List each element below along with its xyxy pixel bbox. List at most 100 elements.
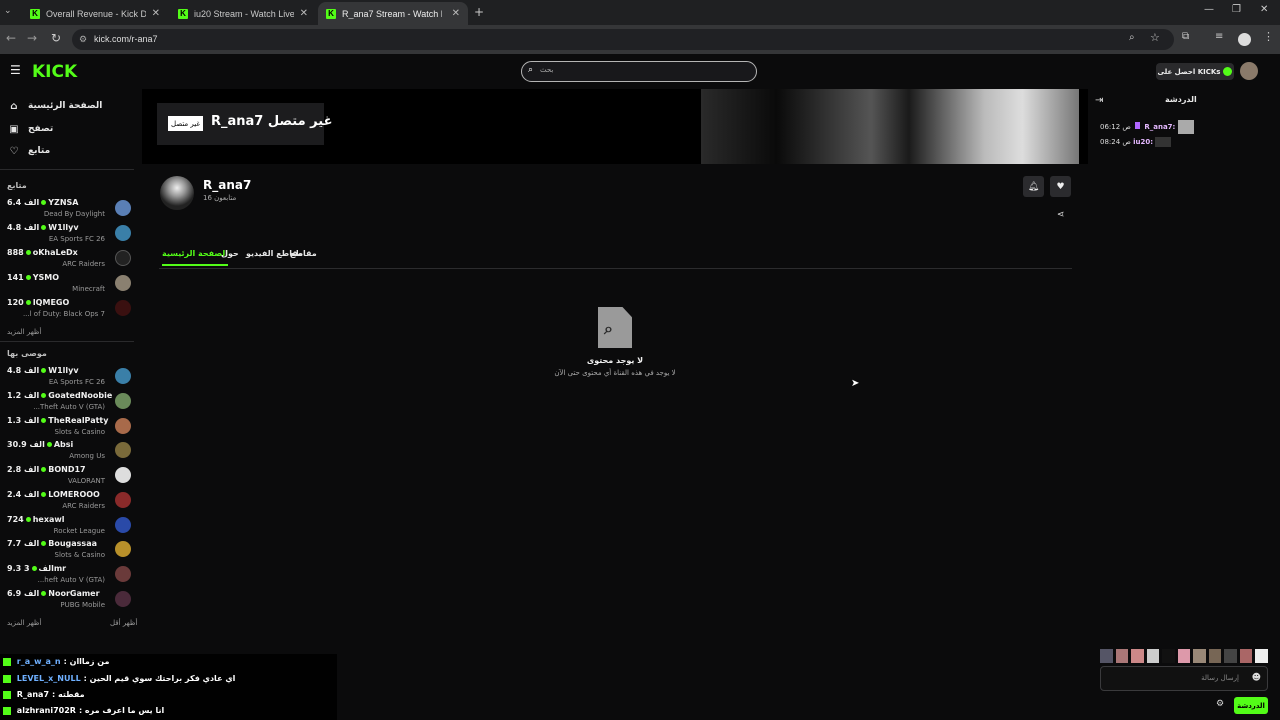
close-window-icon[interactable]: ✕ [1260,4,1268,15]
sidebar-channel[interactable]: 141 YSMO Minecraft [7,273,133,297]
close-icon[interactable]: ✕ [452,8,460,19]
chatter-avatar[interactable] [1208,649,1222,663]
chatter-avatar[interactable] [1146,649,1160,663]
maximize-icon[interactable]: ❐ [1232,4,1241,15]
chat-message-input[interactable]: إرسال رسالة ☻ [1100,666,1268,691]
chatter-avatar[interactable] [1115,649,1129,663]
banner-image [701,89,1079,164]
sidebar-channel[interactable]: 888 oKhaLeDx ARC Raiders [7,248,133,272]
browser-tab-2[interactable]: K iu20 Stream - Watch Live on Kick ✕ [170,2,316,25]
reload-icon[interactable]: ↻ [48,31,64,45]
tab-clips[interactable]: مقاطع [290,249,317,258]
browse-icon: ▣ [9,123,19,135]
message-user[interactable]: R_ana7: [1144,123,1175,131]
forward-arrow-icon[interactable]: → [24,31,40,45]
chatter-avatar[interactable] [1162,649,1175,663]
kick-badge-icon [3,690,11,699]
channel-category: ARC Raiders [62,502,105,510]
sidebar-channel[interactable]: 724 hexawl Rocket League [7,515,133,539]
sidebar-channel[interactable]: 1.3 الف TheRealPatty Slots & Casino [7,416,133,440]
chatter-avatar[interactable] [1131,649,1144,663]
channel-avatar[interactable] [160,176,194,210]
channel-avatar [115,275,131,291]
overlay-user: r_a_w_a_n [16,657,61,666]
url-field[interactable]: ⚙ kick.com/r-ana7 [72,29,1174,50]
chatter-avatar[interactable] [1100,649,1113,663]
sidebar-channel[interactable]: 9.3 الف3mr ...heft Auto V (GTA) [7,564,133,588]
chat-settings-gear-icon[interactable]: ⚙ [1216,699,1224,709]
follow-heart-button[interactable]: ♥ [1050,176,1071,197]
viewer-count: 6.9 الف [7,589,40,598]
channel-avatar [115,492,131,508]
chatter-avatar[interactable] [1177,649,1191,663]
menu-kebab-icon[interactable]: ⋮ [1263,30,1274,43]
emoji-icon[interactable]: ☻ [1252,673,1261,683]
sidebar-item-browse[interactable]: ▣ تصفح [8,121,53,137]
profile-avatar[interactable] [1238,33,1251,46]
chatter-avatar[interactable] [1193,649,1206,663]
message-time: 08:24 ص [1100,138,1131,146]
kick-logo[interactable]: KICK [32,62,77,82]
sidebar-channel[interactable]: 2.4 الف LOMEROOO ARC Raiders [7,490,133,514]
tab-about[interactable]: حول [221,249,239,258]
channel-avatar [115,418,131,434]
browser-tab-3[interactable]: K R_ana7 Stream - Watch Live on Kick ✕ [318,2,468,25]
message-user[interactable]: iu20: [1133,138,1153,146]
viewer-count: 120 [7,298,24,307]
close-icon[interactable]: ✕ [300,8,308,19]
chat-message: 08:24 ص iu20: [1100,137,1172,147]
tab-list-chevron-icon[interactable]: ⌄ [4,6,12,16]
chatter-avatar[interactable] [1255,649,1269,663]
notification-bell-button[interactable]: 🔔︎ [1023,176,1044,197]
sidebar-channel[interactable]: 7.7 الف Bougassaa Slots & Casino [7,539,133,563]
collapse-chat-icon[interactable]: ⇥ [1095,95,1103,106]
live-dot-icon [25,300,31,305]
hamburger-menu-icon[interactable]: ☰ [10,63,21,77]
show-more-link[interactable]: أظهر المزيد [7,328,41,336]
sidebar-item-home[interactable]: ⌂ الصفحة الرئيسية [8,98,102,114]
sidebar-channel[interactable]: 120 IQMEGO ...l of Duty: Black Ops 7 [7,298,133,322]
extensions-icon[interactable]: ⧉ [1182,31,1189,42]
channel-category: PUBG Mobile [60,601,105,609]
sidebar-item-following[interactable]: ♡ متابع [8,143,51,159]
browser-tab-bar: ⌄ K Overall Revenue - Kick Dashboard ✕ K… [0,0,1280,25]
chatter-avatar[interactable] [1239,649,1253,663]
sidebar-channel[interactable]: 2.8 الف BOND17 VALORANT [7,465,133,489]
bell-icon: 🔔︎ [1027,181,1040,192]
media-icon[interactable]: ≡ [1215,31,1223,42]
kick-favicon-icon: K [178,8,188,19]
share-icon[interactable]: ⋖ [1057,210,1065,220]
sidebar-channel[interactable]: 4.8 الف W1llyv EA Sports FC 26 [7,366,133,390]
sidebar-channel[interactable]: 6.9 الف NoorGamer PUBG Mobile [7,589,133,613]
viewer-count: 888 [7,248,24,257]
get-kicks-button[interactable]: احصل على KICKs [1156,63,1234,80]
channel-name: TheRealPatty [48,416,109,425]
overlay-user: R_ana7 [16,690,50,699]
channel-name: Bougassaa [48,539,97,548]
back-arrow-icon[interactable]: ← [3,31,19,45]
tab-home[interactable]: الصفحة الرئيسية [162,249,229,266]
sidebar-channel[interactable]: 6.4 الف YZNSA Dead By Daylight [7,198,133,222]
zoom-icon[interactable]: ⌕ [1129,32,1135,43]
kick-favicon-icon: K [326,8,336,19]
chatter-avatar[interactable] [1224,649,1237,663]
show-more-link[interactable]: أظهر المزيد [7,619,41,627]
close-icon[interactable]: ✕ [152,8,160,19]
minimize-icon[interactable]: — [1204,4,1214,15]
browser-tab-1[interactable]: K Overall Revenue - Kick Dashboard ✕ [22,2,168,25]
user-avatar[interactable] [1240,62,1258,80]
channel-avatar [115,200,131,216]
search-input[interactable]: ⌕ بحث [521,61,757,82]
new-tab-plus-icon[interactable]: + [474,5,484,19]
sidebar-channel[interactable]: 4.8 الف W1llyv EA Sports FC 26 [7,223,133,247]
kick-badge-icon [3,674,11,683]
bookmark-star-icon[interactable]: ☆ [1150,31,1160,44]
sidebar-channel[interactable]: 1.2 الف GoatedNoobie ...Theft Auto V (GTA… [7,391,133,415]
sidebar-channel[interactable]: 30.9 الف Absi Among Us [7,440,133,464]
channel-category: Minecraft [72,285,105,293]
chat-send-button[interactable]: الدردشة [1234,697,1268,714]
kick-favicon-icon: K [30,8,40,19]
site-info-icon[interactable]: ⚙ [79,29,87,50]
chatter-avatars-row [1100,649,1269,663]
show-less-link[interactable]: أظهر أقل [110,619,137,627]
